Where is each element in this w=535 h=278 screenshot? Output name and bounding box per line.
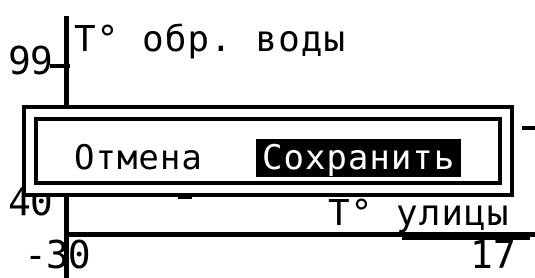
save-button[interactable]: Сохранить	[256, 139, 462, 177]
y-max-tick	[50, 64, 70, 68]
y-axis-max-value: 99	[8, 39, 53, 83]
save-dialog: Отмена Сохранить	[22, 105, 514, 197]
x-axis-min-value: -30	[24, 233, 91, 277]
lcd-screen: 99 Т° обр. воды 40 Т° улицы -30 17 Отмен…	[0, 0, 535, 278]
x-axis-max-value: 17	[470, 233, 516, 277]
graph-title: Т° обр. воды	[74, 19, 347, 60]
save-dialog-frame: Отмена Сохранить	[34, 117, 502, 185]
cancel-button[interactable]: Отмена	[74, 139, 203, 177]
curve-point-marker	[522, 126, 535, 130]
x-axis-label: Т° улицы	[328, 193, 510, 234]
